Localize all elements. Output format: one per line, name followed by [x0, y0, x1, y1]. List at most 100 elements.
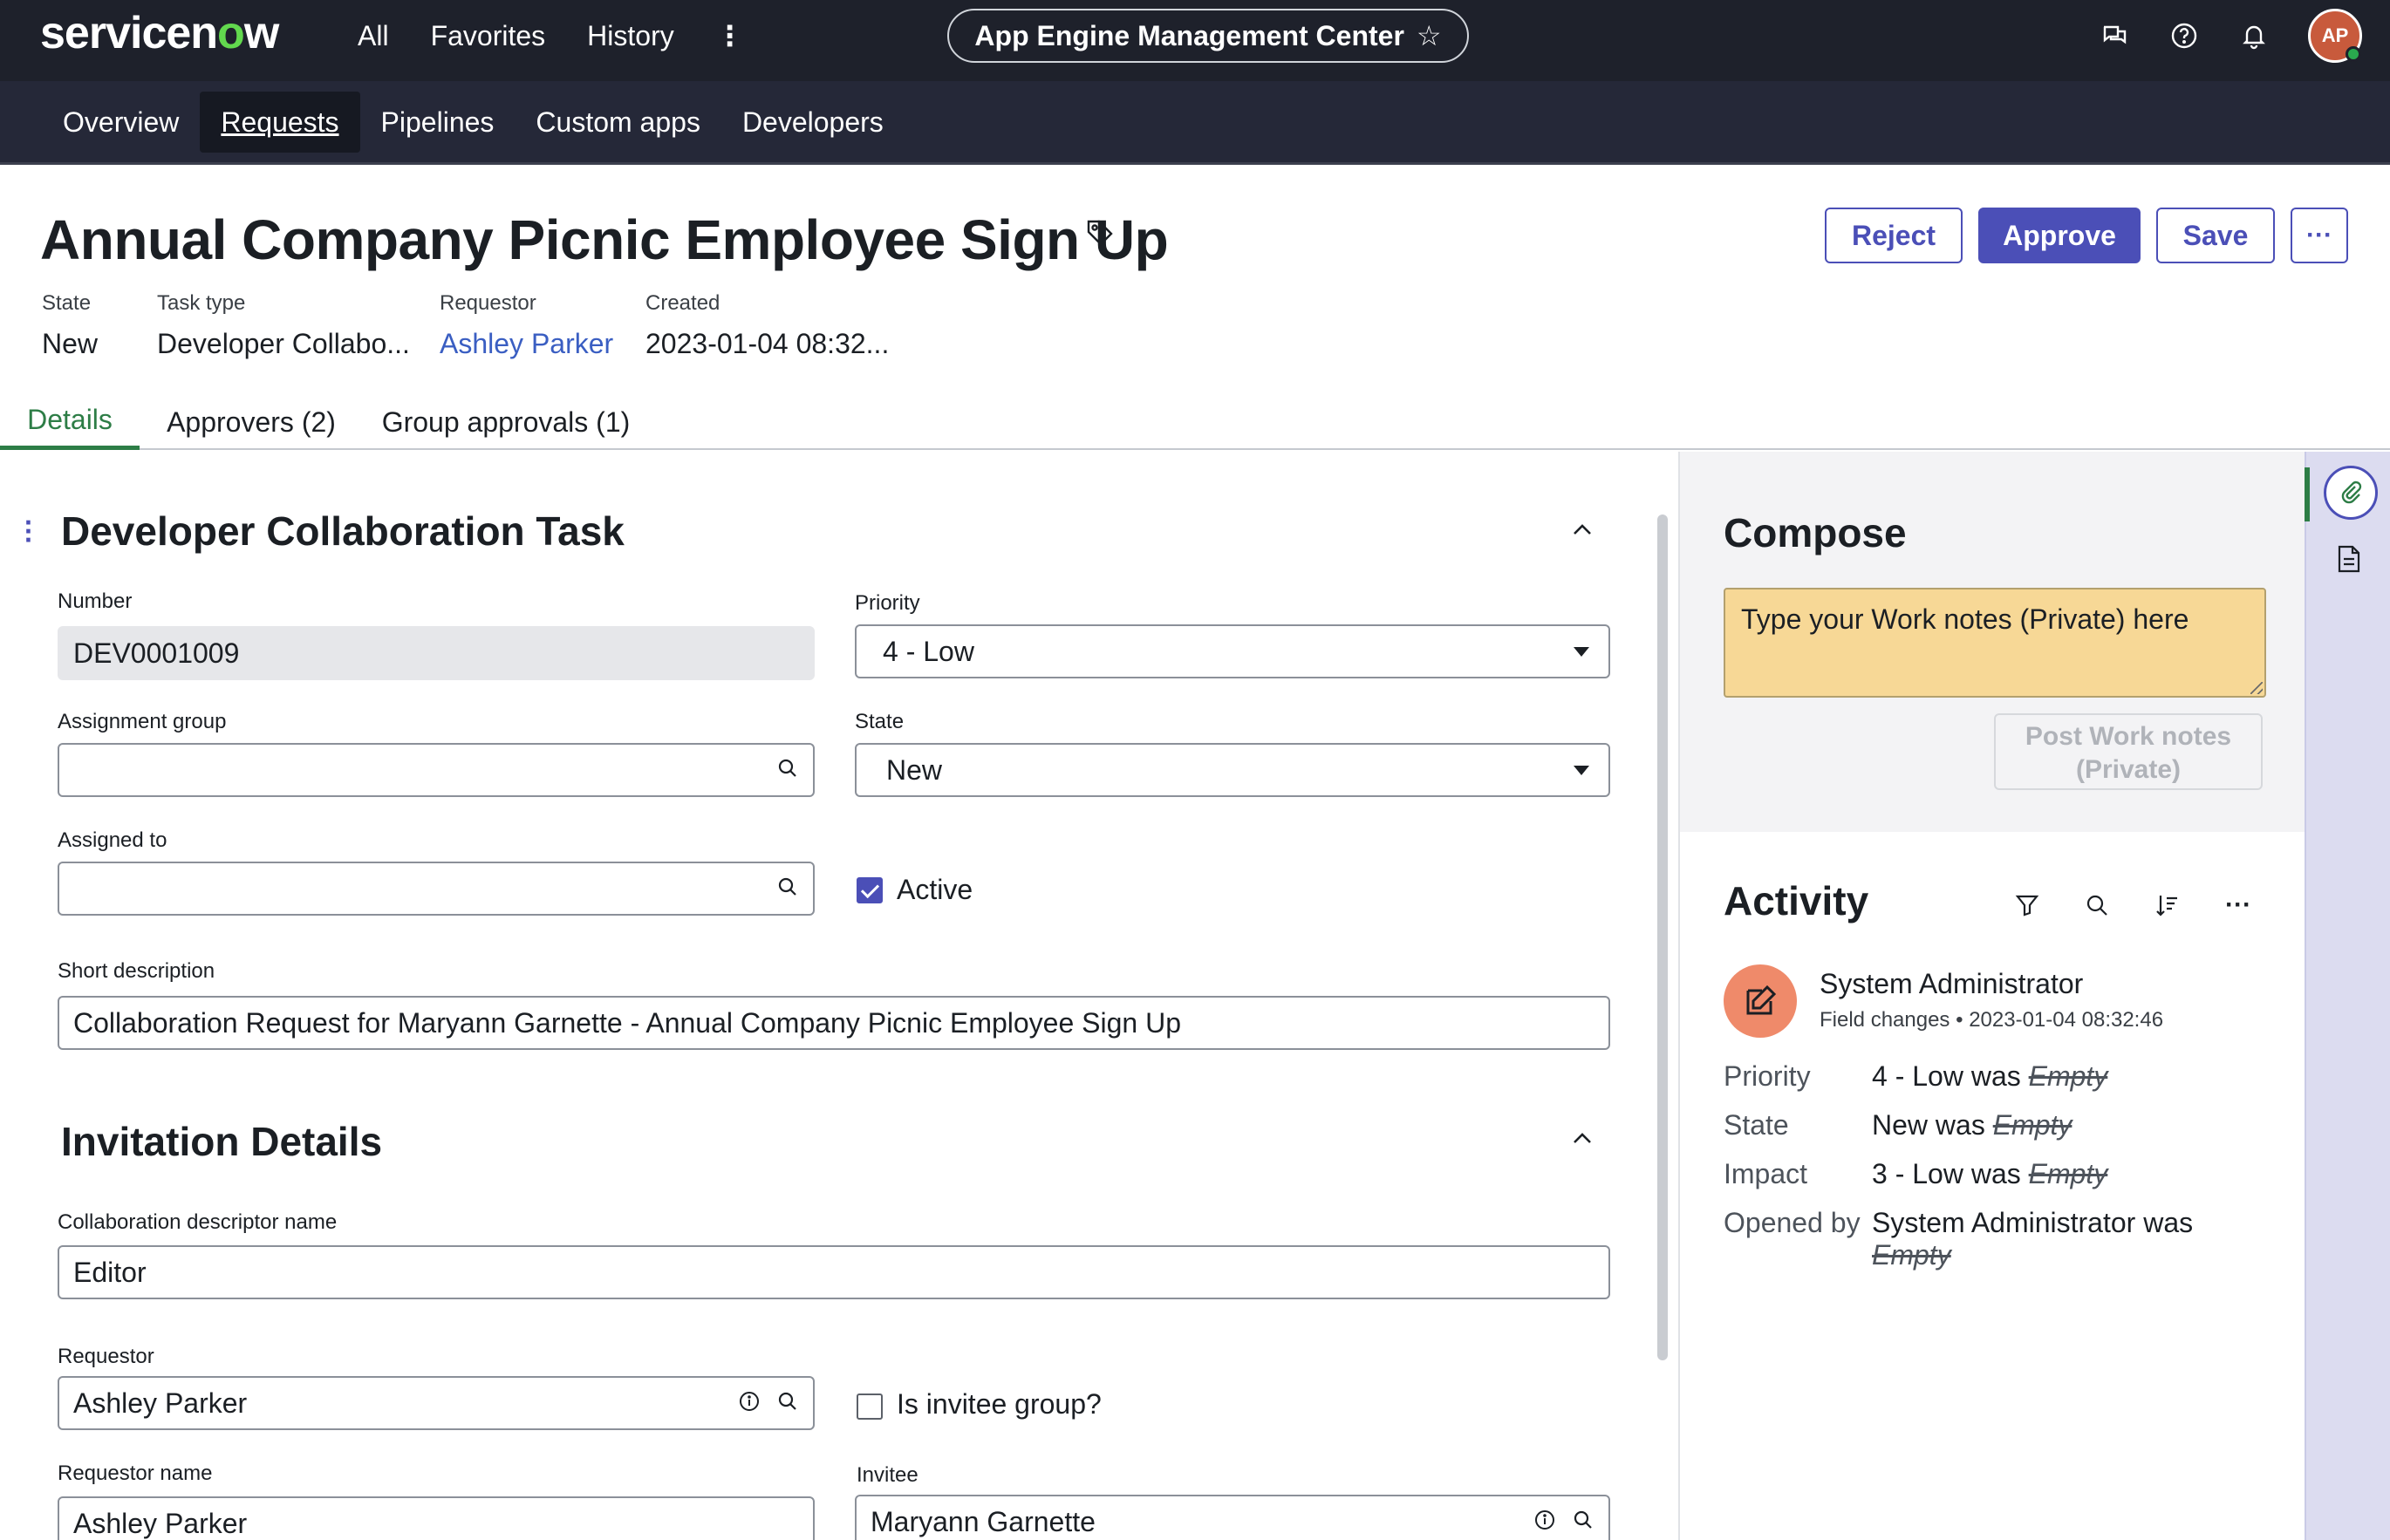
subnav-requests[interactable]: Requests: [200, 92, 360, 153]
collapse-chevron-icon[interactable]: [1570, 1127, 1594, 1151]
scrollbar-thumb[interactable]: [1657, 514, 1668, 1360]
activity-subtitle: Field changes • 2023-01-04 08:32:46: [1820, 1008, 2164, 1032]
tab-details[interactable]: Details: [0, 394, 140, 450]
short-description-label: Short description: [58, 959, 215, 983]
requestor-name-input[interactable]: Ashley Parker: [58, 1496, 815, 1540]
help-icon[interactable]: [2168, 20, 2200, 51]
contextual-side-rail: [2305, 452, 2390, 1540]
edit-activity-avatar: [1724, 964, 1797, 1038]
active-checkbox[interactable]: [857, 877, 883, 903]
assigned-to-label: Assigned to: [58, 828, 167, 852]
app-scope-pill[interactable]: App Engine Management Center ☆: [947, 9, 1469, 63]
short-description-input[interactable]: Collaboration Request for Maryann Garnet…: [58, 996, 1610, 1050]
app-title: App Engine Management Center: [974, 19, 1404, 51]
meta-state-value: New: [42, 328, 99, 359]
state-label: State: [855, 710, 905, 733]
activity-title: Activity: [1724, 878, 1869, 923]
requestor-label: Requestor: [58, 1345, 154, 1368]
nav-more-icon[interactable]: ⋮: [716, 19, 744, 52]
state-select[interactable]: New: [855, 743, 1610, 797]
tab-approvers[interactable]: Approvers (2): [155, 394, 347, 450]
search-icon[interactable]: [1572, 1509, 1594, 1531]
post-worknotes-button[interactable]: Post Work notes (Private): [1994, 713, 2263, 790]
presence-dot: [2346, 46, 2361, 62]
search-icon[interactable]: [776, 876, 799, 898]
more-actions-button[interactable]: ···: [2291, 208, 2348, 263]
assignment-group-label: Assignment group: [58, 710, 227, 733]
rail-active-indicator: [2305, 467, 2310, 521]
workspace-tabs-bar: Overview Requests Pipelines Custom apps …: [0, 81, 2390, 165]
subnav-developers[interactable]: Developers: [721, 92, 905, 153]
record-meta: State New Task type Developer Collabo...…: [42, 291, 924, 360]
invitee-input[interactable]: Maryann Garnette: [855, 1495, 1610, 1540]
favorite-star-icon[interactable]: ☆: [1417, 19, 1442, 52]
tag-icon[interactable]: [1085, 218, 1115, 252]
meta-state-label: State: [42, 291, 92, 315]
requestor-value: Ashley Parker: [73, 1387, 248, 1419]
meta-requestor-link[interactable]: Ashley Parker: [440, 328, 613, 360]
drag-handle-icon[interactable]: · · ·: [24, 508, 34, 554]
save-button[interactable]: Save: [2156, 208, 2275, 263]
document-icon[interactable]: [2336, 544, 2362, 578]
record-tabs: Details Approvers (2) Group approvals (1…: [0, 394, 2390, 450]
search-icon[interactable]: [2081, 889, 2113, 921]
subnav-overview[interactable]: Overview: [42, 92, 200, 153]
number-value: DEV0001009: [73, 637, 240, 669]
priority-label: Priority: [855, 591, 920, 615]
invitee-value: Maryann Garnette: [871, 1505, 1096, 1537]
worknotes-textarea[interactable]: Type your Work notes (Private) here: [1724, 588, 2266, 698]
sort-icon[interactable]: [2151, 889, 2182, 921]
activity-toolbar: ···: [2011, 889, 2256, 921]
user-avatar[interactable]: AP: [2308, 9, 2362, 63]
top-utility-icons: AP: [2099, 9, 2362, 63]
state-value: New: [886, 753, 943, 786]
activity-panel: Compose Type your Work notes (Private) h…: [1678, 452, 2305, 1540]
search-icon[interactable]: [776, 757, 799, 780]
bell-icon[interactable]: [2238, 20, 2270, 51]
short-description-value: Collaboration Request for Maryann Garnet…: [73, 1006, 1181, 1039]
assignment-group-input[interactable]: [58, 743, 815, 797]
invitee-label: Invitee: [857, 1463, 918, 1487]
details-form: · · · Developer Collaboration Task Number …: [0, 452, 1678, 1540]
invitee-group-checkbox[interactable]: [857, 1393, 883, 1420]
info-icon[interactable]: [738, 1390, 761, 1413]
meta-requestor-label: Requestor: [440, 291, 536, 315]
compose-title: Compose: [1724, 510, 1907, 555]
nav-all[interactable]: All: [358, 20, 389, 52]
priority-select[interactable]: 4 - Low: [855, 624, 1610, 678]
top-navigation: All Favorites History ⋮: [358, 0, 744, 72]
subnav-pipelines[interactable]: Pipelines: [360, 92, 516, 153]
more-icon[interactable]: ···: [2221, 889, 2256, 921]
info-icon[interactable]: [1533, 1509, 1556, 1531]
invitee-group-label: Is invitee group?: [897, 1388, 1102, 1420]
section-title-task: Developer Collaboration Task: [61, 508, 625, 554]
nav-favorites[interactable]: Favorites: [431, 20, 546, 52]
search-icon[interactable]: [776, 1390, 799, 1413]
number-label: Number: [58, 589, 133, 613]
nav-history[interactable]: History: [587, 20, 674, 52]
activity-user: System Administrator: [1820, 968, 2084, 999]
chat-icon[interactable]: [2099, 20, 2130, 51]
tab-group-approvals[interactable]: Group approvals (1): [375, 394, 637, 450]
section-title-invitation: Invitation Details: [61, 1119, 383, 1164]
dropdown-caret-icon: [1574, 647, 1589, 657]
subnav-custom-apps[interactable]: Custom apps: [515, 92, 721, 153]
reject-button[interactable]: Reject: [1825, 208, 1963, 263]
resize-handle-icon[interactable]: [2250, 682, 2263, 694]
servicenow-logo[interactable]: servicenow: [40, 7, 279, 59]
descriptor-value: Editor: [73, 1256, 147, 1288]
descriptor-input[interactable]: Editor: [58, 1245, 1610, 1299]
approve-button[interactable]: Approve: [1978, 208, 2141, 263]
assigned-to-input[interactable]: [58, 862, 815, 916]
form-scrollbar[interactable]: [1657, 514, 1670, 1360]
record-actions: Reject Approve Save ···: [1825, 208, 2348, 263]
descriptor-label: Collaboration descriptor name: [58, 1210, 338, 1234]
attachment-icon[interactable]: [2324, 466, 2378, 520]
priority-value: 4 - Low: [883, 635, 974, 667]
filter-icon[interactable]: [2011, 889, 2043, 921]
active-label: Active: [897, 874, 973, 905]
requestor-input[interactable]: Ashley Parker: [58, 1376, 815, 1430]
number-field: DEV0001009: [58, 626, 815, 680]
collapse-chevron-icon[interactable]: [1570, 518, 1594, 542]
meta-created-label: Created: [645, 291, 720, 315]
